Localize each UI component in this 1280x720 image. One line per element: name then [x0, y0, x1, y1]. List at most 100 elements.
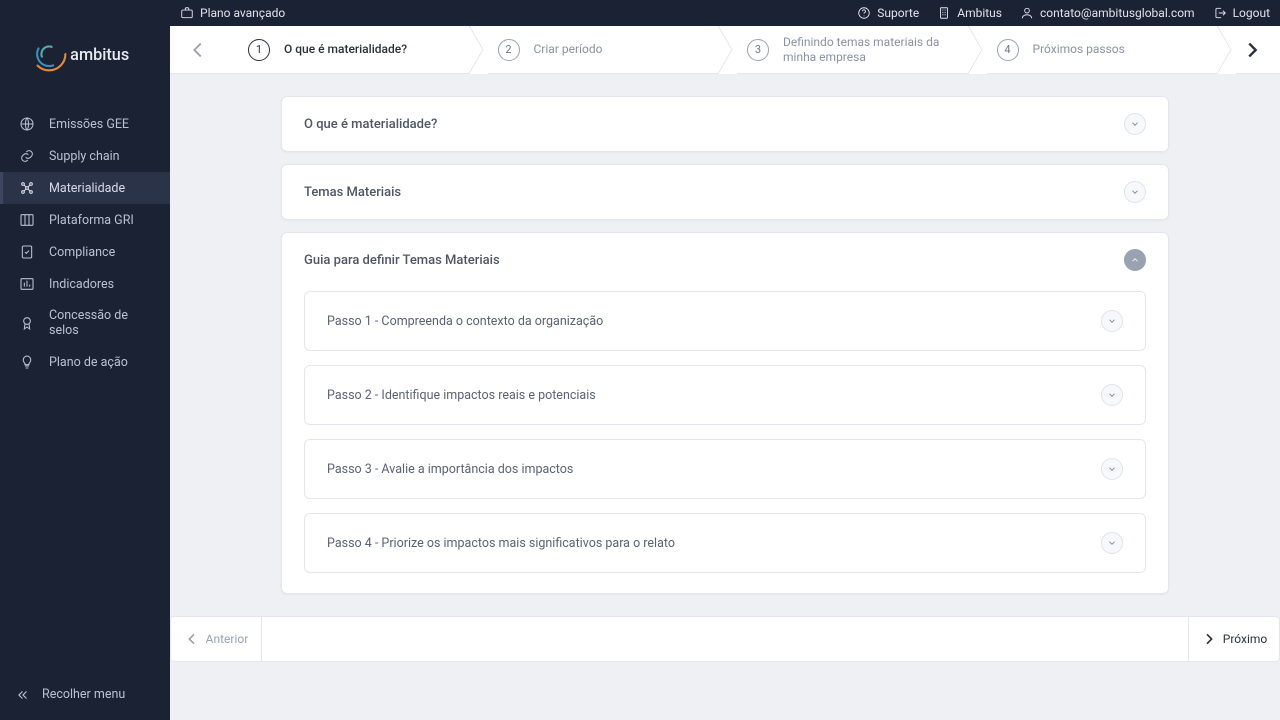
sidebar-item-materiality[interactable]: Materialidade: [0, 172, 170, 204]
link-icon: [19, 148, 35, 164]
topbar: Plano avançado Suporte Ambitus contato@a…: [170, 0, 1280, 26]
chevron-up-icon: [1130, 255, 1140, 265]
guide-step-4: Passo 4 - Priorize os impactos mais sign…: [304, 513, 1146, 573]
plan-label: Plano avançado: [200, 6, 285, 20]
briefcase-icon: [180, 6, 194, 20]
stepper: 1 O que é materialidade? 2 Criar período…: [170, 26, 1280, 74]
top-link-label: Logout: [1233, 6, 1270, 20]
stepper-prev-button[interactable]: [170, 26, 226, 73]
sidebar-nav: Emissões GEE Supply chain Materialidade …: [0, 108, 170, 378]
guide-step-header[interactable]: Passo 1 - Compreenda o contexto da organ…: [305, 292, 1145, 350]
guide-step-title: Passo 4 - Priorize os impactos mais sign…: [327, 536, 675, 551]
guide-step-title: Passo 2 - Identifique impactos reais e p…: [327, 388, 596, 403]
bulb-icon: [19, 354, 35, 370]
chart-icon: [19, 276, 35, 292]
chevrons-left-icon: [16, 688, 30, 702]
chevron-down-icon: [1107, 538, 1117, 548]
step-label: O que é materialidade?: [284, 42, 407, 57]
brand-logo: ambitus: [0, 0, 170, 108]
chevron-right-icon: [1241, 39, 1263, 61]
expand-toggle[interactable]: [1124, 181, 1146, 203]
plan-badge: Plano avançado: [180, 6, 285, 20]
top-link-logout[interactable]: Logout: [1213, 6, 1270, 20]
guide-step-2: Passo 2 - Identifique impactos reais e p…: [304, 365, 1146, 425]
step-2[interactable]: 2 Criar período: [476, 26, 726, 73]
globe-icon: [19, 116, 35, 132]
top-link-org[interactable]: Ambitus: [937, 6, 1002, 20]
chevron-down-icon: [1130, 187, 1140, 197]
step-number: 3: [747, 39, 769, 61]
chevron-down-icon: [1107, 464, 1117, 474]
panel-title: O que é materialidade?: [304, 117, 437, 132]
sidebar-item-label: Emissões GEE: [49, 117, 129, 132]
panel-what-is-materiality: O que é materialidade?: [281, 96, 1169, 152]
chevron-down-icon: [1107, 390, 1117, 400]
guide-step-1: Passo 1 - Compreenda o contexto da organ…: [304, 291, 1146, 351]
expand-toggle[interactable]: [1101, 532, 1123, 554]
expand-toggle[interactable]: [1101, 458, 1123, 480]
step-1[interactable]: 1 O que é materialidade?: [226, 26, 476, 73]
award-icon: [19, 315, 35, 331]
sidebar-item-indicators[interactable]: Indicadores: [0, 268, 170, 300]
sidebar-item-label: Plataforma GRI: [49, 213, 134, 228]
prev-button[interactable]: Anterior: [170, 616, 262, 662]
panel-title: Guia para definir Temas Materiais: [304, 253, 500, 268]
footer-nav: Anterior Próximo: [170, 616, 1280, 662]
chevron-left-icon: [187, 39, 209, 61]
step-3[interactable]: 3 Definindo temas materiais da minha emp…: [725, 26, 975, 73]
sidebar-item-emissions[interactable]: Emissões GEE: [0, 108, 170, 140]
logout-icon: [1213, 6, 1227, 20]
panel-header[interactable]: O que é materialidade?: [282, 97, 1168, 151]
step-4[interactable]: 4 Próximos passos: [975, 26, 1225, 73]
panel-header[interactable]: Guia para definir Temas Materiais: [282, 233, 1168, 287]
panel-material-themes: Temas Materiais: [281, 164, 1169, 220]
help-icon: [857, 6, 871, 20]
stepper-next-button[interactable]: [1224, 26, 1280, 73]
sidebar-item-label: Indicadores: [49, 277, 114, 292]
sidebar: ambitus Emissões GEE Supply chain Materi…: [0, 0, 170, 720]
collapse-toggle[interactable]: [1124, 249, 1146, 271]
prev-label: Anterior: [206, 632, 249, 646]
building-icon: [937, 6, 951, 20]
nodes-icon: [19, 180, 35, 196]
sidebar-item-label: Concessão de selos: [49, 308, 154, 338]
content-area: O que é materialidade? Temas Materiais G…: [170, 74, 1280, 720]
expand-toggle[interactable]: [1101, 310, 1123, 332]
sidebar-item-actionplan[interactable]: Plano de ação: [0, 346, 170, 378]
chevron-down-icon: [1107, 316, 1117, 326]
top-link-email[interactable]: contato@ambitusglobal.com: [1020, 6, 1195, 20]
guide-step-title: Passo 3 - Avalie a importância dos impac…: [327, 462, 573, 477]
sidebar-item-label: Materialidade: [49, 181, 125, 196]
step-number: 1: [248, 39, 270, 61]
panel-title: Temas Materiais: [304, 185, 401, 200]
step-label: Criar período: [534, 42, 603, 57]
next-label: Próximo: [1223, 632, 1267, 646]
guide-step-3: Passo 3 - Avalie a importância dos impac…: [304, 439, 1146, 499]
sidebar-item-supply[interactable]: Supply chain: [0, 140, 170, 172]
collapse-menu-label: Recolher menu: [42, 687, 125, 702]
sidebar-item-gri[interactable]: Plataforma GRI: [0, 204, 170, 236]
footer-spacer: [262, 616, 1188, 662]
step-label: Próximos passos: [1033, 42, 1125, 57]
sidebar-item-label: Supply chain: [49, 149, 120, 164]
user-icon: [1020, 6, 1034, 20]
expand-toggle[interactable]: [1124, 113, 1146, 135]
top-link-label: contato@ambitusglobal.com: [1040, 6, 1195, 20]
columns-icon: [19, 212, 35, 228]
top-link-label: Ambitus: [957, 6, 1002, 20]
guide-step-header[interactable]: Passo 2 - Identifique impactos reais e p…: [305, 366, 1145, 424]
panel-guide: Guia para definir Temas Materiais Passo …: [281, 232, 1169, 594]
expand-toggle[interactable]: [1101, 384, 1123, 406]
sidebar-item-label: Compliance: [49, 245, 115, 260]
sidebar-item-seals[interactable]: Concessão de selos: [0, 300, 170, 346]
sidebar-item-compliance[interactable]: Compliance: [0, 236, 170, 268]
guide-step-header[interactable]: Passo 3 - Avalie a importância dos impac…: [305, 440, 1145, 498]
top-link-support[interactable]: Suporte: [857, 6, 919, 20]
collapse-menu-button[interactable]: Recolher menu: [0, 673, 170, 720]
top-link-label: Suporte: [877, 6, 919, 20]
guide-step-header[interactable]: Passo 4 - Priorize os impactos mais sign…: [305, 514, 1145, 572]
chevron-down-icon: [1130, 119, 1140, 129]
next-button[interactable]: Próximo: [1188, 616, 1280, 662]
panel-header[interactable]: Temas Materiais: [282, 165, 1168, 219]
chevron-right-icon: [1201, 631, 1217, 647]
